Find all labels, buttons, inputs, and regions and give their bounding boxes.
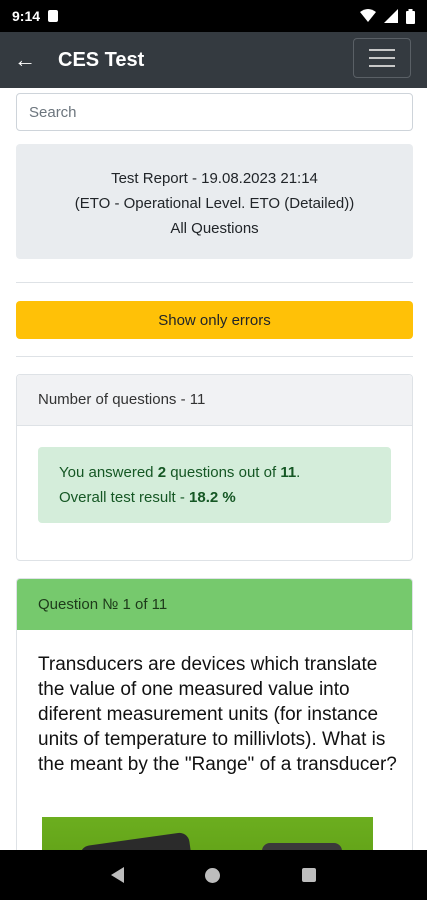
- sd-card-icon: [48, 10, 59, 22]
- question-text: Transducers are devices which translate …: [38, 654, 397, 775]
- device-shape: [79, 831, 195, 850]
- battery-icon: [406, 8, 415, 24]
- report-scope: All Questions: [170, 220, 259, 237]
- status-icons: [360, 8, 415, 24]
- answered-count: 2: [157, 464, 167, 481]
- answered-suffix: .: [296, 464, 301, 481]
- divider: [16, 282, 413, 283]
- test-report-box: Test Report - 19.08.2023 21:14 (ETO - Op…: [16, 144, 413, 259]
- answered-mid: questions out of: [170, 464, 277, 481]
- question-header: Question № 1 of 11: [17, 579, 412, 630]
- total-count: 11: [280, 464, 297, 481]
- report-test-name: (ETO - Operational Level. ETO (Detailed)…: [74, 195, 355, 212]
- menu-line: [369, 57, 395, 59]
- question-image: [42, 817, 373, 850]
- result-line: Overall test result - 18.2 %: [59, 485, 370, 510]
- status-time: 9:14: [12, 8, 41, 24]
- page-title: CES Test: [58, 48, 145, 71]
- device-shape: [262, 843, 342, 850]
- result-prefix: Overall test result -: [59, 489, 185, 506]
- wifi-icon: [360, 9, 376, 22]
- back-arrow-icon[interactable]: ←: [0, 32, 50, 88]
- answered-prefix: You answered: [59, 464, 154, 481]
- results-content[interactable]: Test Report - 19.08.2023 21:14 (ETO - Op…: [16, 88, 413, 850]
- app-bar: ← CES Test: [0, 32, 427, 88]
- status-bar: 9:14: [0, 0, 427, 32]
- search-input[interactable]: [16, 93, 413, 131]
- show-only-errors-button[interactable]: Show only errors: [16, 301, 413, 339]
- menu-line: [369, 49, 395, 51]
- navigation-bar: [0, 850, 427, 900]
- answered-line: You answered 2 questions out of 11.: [59, 460, 370, 485]
- menu-line: [369, 65, 395, 67]
- nav-recents-icon[interactable]: [302, 868, 317, 882]
- result-value: 18.2 %: [189, 489, 236, 506]
- report-title: Test Report - 19.08.2023 21:14: [111, 170, 318, 187]
- question-card: Question № 1 of 11 Transducers are devic…: [16, 578, 413, 850]
- nav-home-icon[interactable]: [205, 867, 221, 883]
- divider: [16, 356, 413, 357]
- result-alert: You answered 2 questions out of 11. Over…: [38, 447, 391, 523]
- nav-back-icon[interactable]: [110, 867, 124, 883]
- summary-card: Number of questions - 11 You answered 2 …: [16, 374, 413, 561]
- signal-icon: [384, 9, 398, 23]
- hamburger-menu-icon[interactable]: [353, 38, 411, 78]
- question-count-header: Number of questions - 11: [17, 375, 412, 426]
